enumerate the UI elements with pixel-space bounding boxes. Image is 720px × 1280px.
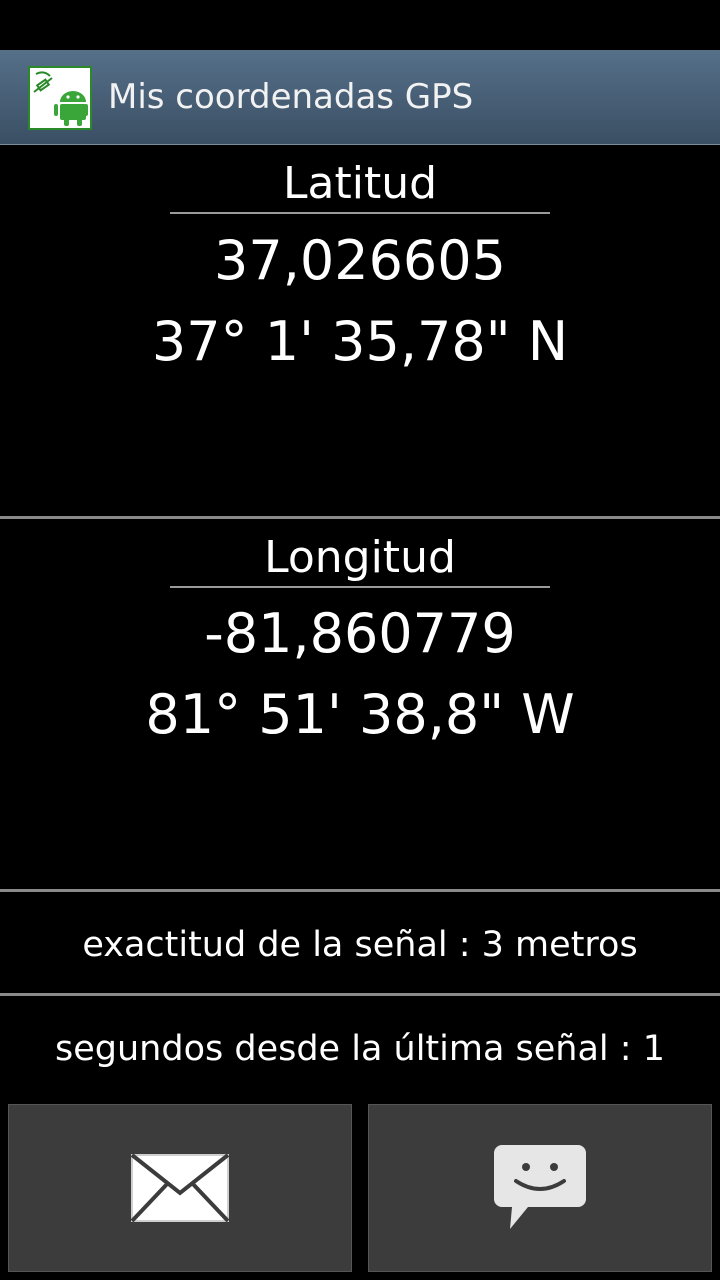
email-button[interactable] — [8, 1104, 352, 1272]
latitude-dms: 37° 1' 35,78" N — [151, 310, 569, 373]
longitude-decimal: -81,860779 — [204, 602, 516, 665]
section-divider — [0, 993, 720, 996]
longitude-label: Longitud — [264, 532, 456, 583]
section-divider — [0, 889, 720, 892]
sms-button[interactable] — [368, 1104, 712, 1272]
sms-icon — [494, 1145, 586, 1229]
app-icon — [28, 66, 92, 130]
latitude-underline — [170, 212, 550, 214]
action-bar: Mis coordenadas GPS — [0, 50, 720, 145]
signal-accuracy: exactitud de la señal : 3 metros — [82, 925, 638, 965]
longitude-underline — [170, 586, 550, 588]
latitude-label: Latitud — [282, 158, 438, 209]
app-title: Mis coordenadas GPS — [108, 77, 474, 117]
status-bar — [0, 0, 720, 50]
longitude-dms: 81° 51' 38,8" W — [145, 683, 575, 746]
section-divider — [0, 516, 720, 519]
latitude-decimal: 37,026605 — [213, 229, 507, 292]
seconds-since-signal: segundos desde la última señal : 1 — [55, 1029, 665, 1069]
email-icon — [130, 1153, 230, 1223]
